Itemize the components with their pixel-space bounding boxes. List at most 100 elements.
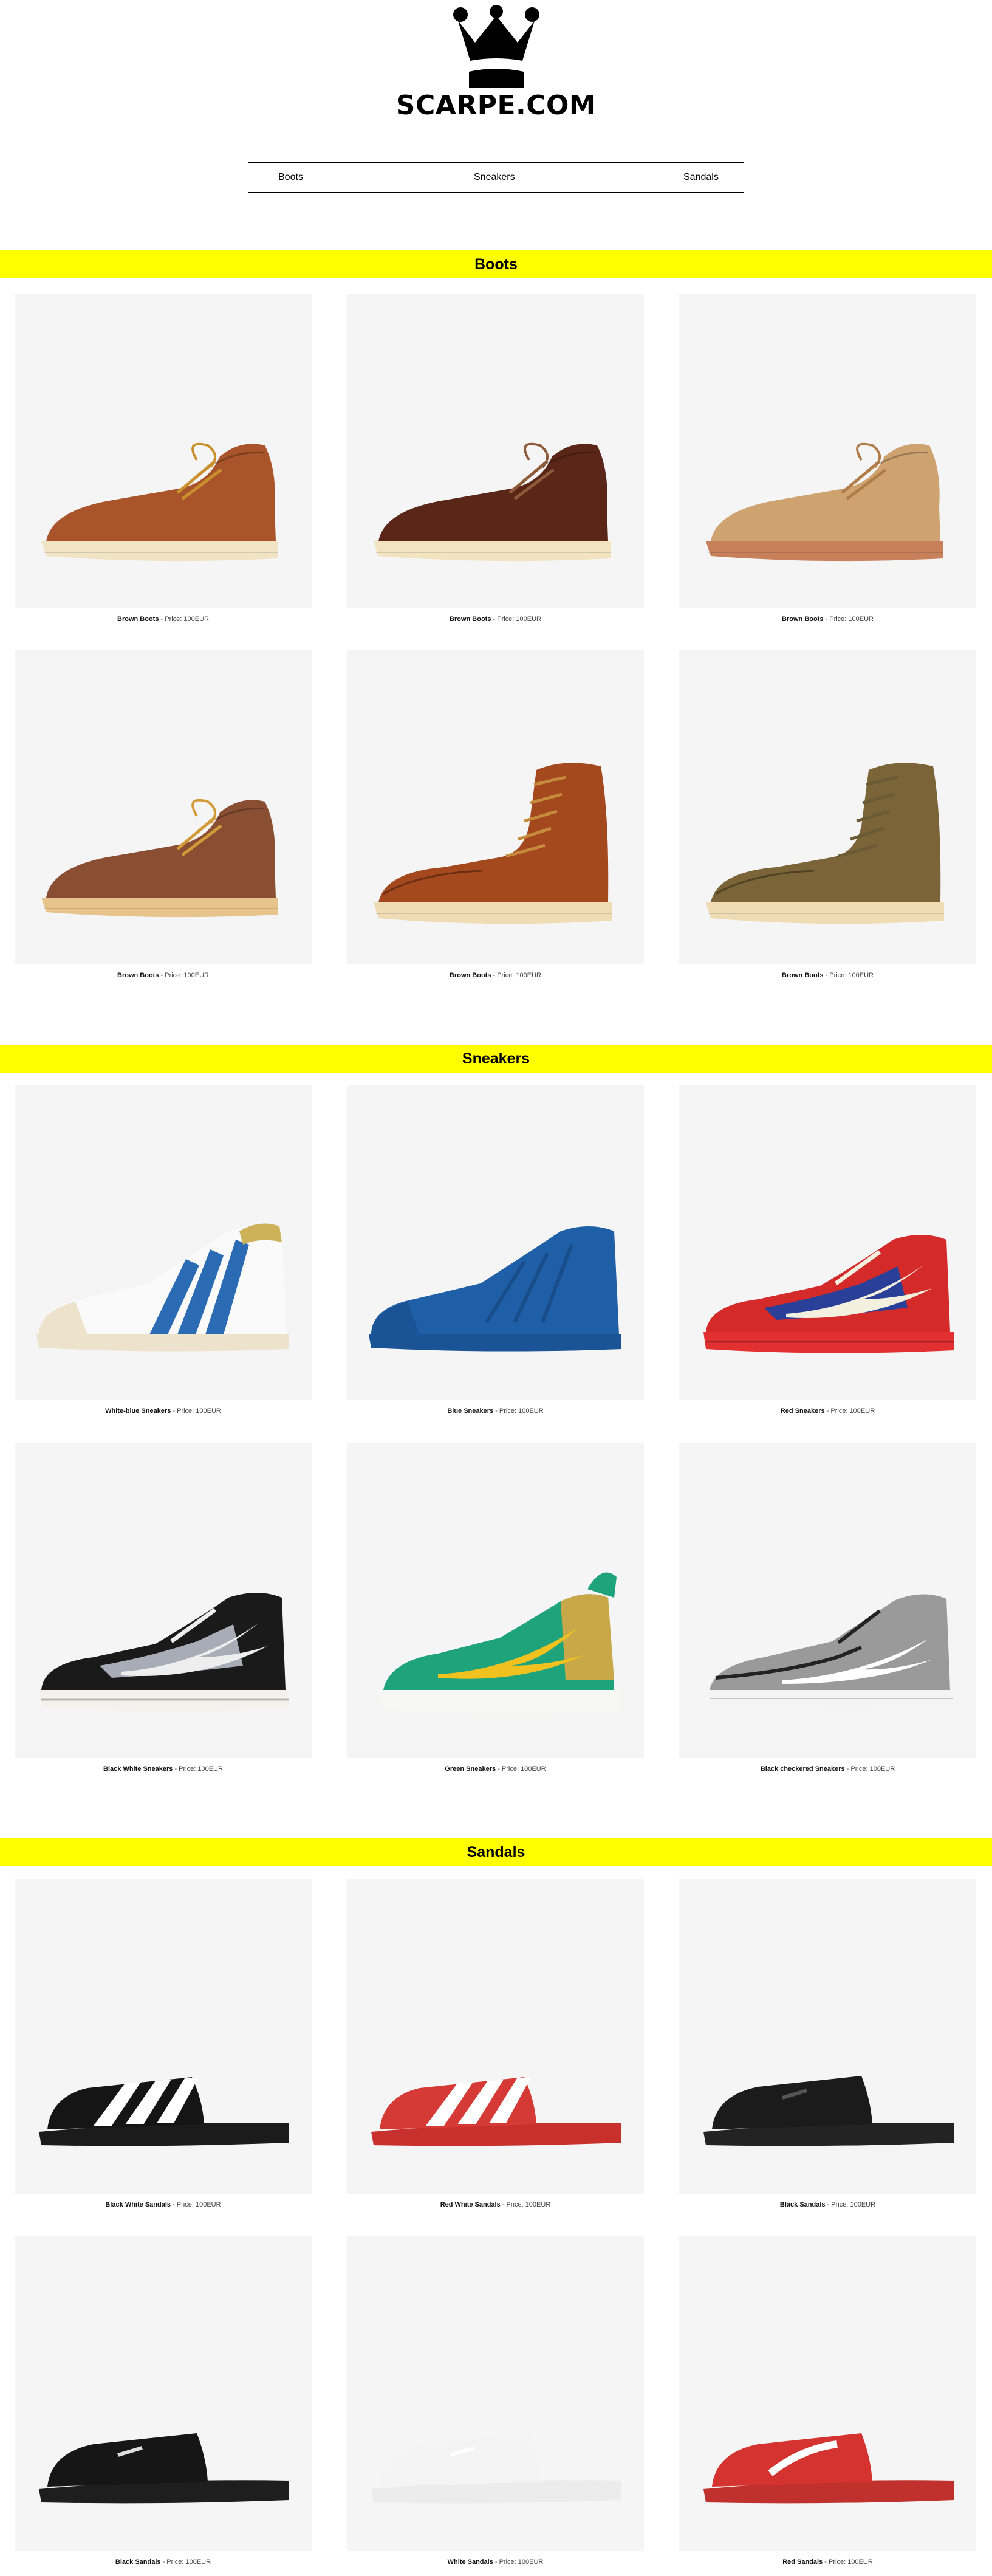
product-caption: Brown Boots - Price: 100EUR	[15, 971, 312, 980]
product-illustration	[41, 799, 278, 918]
nav-link-sneakers[interactable]: Sneakers	[474, 171, 515, 184]
product-illustration	[707, 1594, 953, 1711]
product-image[interactable]	[679, 1085, 976, 1400]
product-price: Price: 100EUR	[165, 972, 209, 979]
product-name[interactable]: Brown Boots	[782, 972, 823, 979]
crown-icon[interactable]	[452, 5, 541, 91]
price-separator: -	[493, 2558, 499, 2566]
product-card[interactable]: White-blue Sneakers - Price: 100EUR	[15, 1085, 312, 1415]
product-illustration	[703, 2076, 954, 2146]
product-name[interactable]: Black checkered Sneakers	[761, 1765, 845, 1773]
product-caption: Black checkered Sneakers - Price: 100EUR	[679, 1765, 976, 1773]
product-image[interactable]	[347, 2236, 644, 2551]
product-image[interactable]	[679, 294, 976, 608]
price-separator: -	[823, 616, 830, 623]
brand-name[interactable]: SCARPE.COM	[0, 90, 992, 122]
product-caption: Brown Boots - Price: 100EUR	[347, 615, 644, 623]
product-name[interactable]: Red Sneakers	[781, 1407, 825, 1415]
product-name[interactable]: Brown Boots	[782, 616, 823, 623]
product-name[interactable]: Black White Sandals	[105, 2201, 171, 2208]
price-separator: -	[825, 2201, 832, 2208]
product-price: Price: 100EUR	[506, 2201, 551, 2208]
product-name[interactable]: Brown Boots	[450, 616, 491, 623]
product-card[interactable]: Brown Boots - Price: 100EUR	[15, 294, 312, 623]
product-name[interactable]: White-blue Sneakers	[105, 1407, 171, 1415]
product-image[interactable]	[347, 1085, 644, 1400]
product-name[interactable]: Black Sandals	[780, 2201, 826, 2208]
price-separator: -	[496, 1765, 502, 1773]
product-card[interactable]: Green Sneakers - Price: 100EUR	[347, 1443, 644, 1773]
product-image[interactable]	[679, 650, 976, 964]
product-price: Price: 100EUR	[499, 2558, 544, 2566]
product-price: Price: 100EUR	[497, 616, 541, 623]
product-image[interactable]	[347, 1443, 644, 1758]
price-separator: -	[491, 616, 498, 623]
product-card[interactable]: Brown Boots - Price: 100EUR	[347, 650, 644, 980]
price-separator: -	[171, 1407, 177, 1415]
product-card[interactable]: Brown Boots - Price: 100EUR	[679, 650, 976, 980]
product-illustration	[703, 2433, 954, 2504]
product-caption: Brown Boots - Price: 100EUR	[347, 971, 644, 980]
product-name[interactable]: Brown Boots	[117, 972, 159, 979]
product-card[interactable]: Red Sneakers - Price: 100EUR	[679, 1085, 976, 1415]
product-illustration	[39, 2077, 289, 2146]
product-card[interactable]: Brown Boots - Price: 100EUR	[347, 294, 644, 623]
product-card[interactable]: Black Sandals - Price: 100EUR	[15, 2236, 312, 2566]
product-name[interactable]: Green Sneakers	[445, 1765, 496, 1773]
product-image[interactable]	[347, 1879, 644, 2194]
product-caption: Brown Boots - Price: 100EUR	[679, 615, 976, 623]
product-card[interactable]: Black White Sneakers - Price: 100EUR	[15, 1443, 312, 1773]
product-illustration	[703, 1235, 954, 1353]
product-illustration	[374, 763, 612, 924]
section-title-sandals: Sandals	[0, 1838, 992, 1866]
main-nav: Boots Sneakers Sandals	[248, 162, 744, 193]
product-illustration	[706, 763, 944, 924]
product-name[interactable]: Red White Sandals	[440, 2201, 501, 2208]
product-name[interactable]: Black White Sneakers	[103, 1765, 173, 1773]
price-separator: -	[823, 972, 830, 979]
product-price: Price: 100EUR	[829, 2558, 873, 2566]
product-card[interactable]: Brown Boots - Price: 100EUR	[15, 650, 312, 980]
product-card[interactable]: Blue Sneakers - Price: 100EUR	[347, 1085, 644, 1415]
product-card[interactable]: White Sandals - Price: 100EUR	[347, 2236, 644, 2566]
product-image[interactable]	[15, 650, 312, 964]
product-name[interactable]: Brown Boots	[450, 972, 491, 979]
product-image[interactable]	[15, 2236, 312, 2551]
product-price: Price: 100EUR	[497, 972, 541, 979]
product-card[interactable]: Brown Boots - Price: 100EUR	[679, 294, 976, 623]
price-separator: -	[159, 972, 165, 979]
product-name[interactable]: Black Sandals	[115, 2558, 161, 2566]
product-image[interactable]	[347, 650, 644, 964]
product-price: Price: 100EUR	[830, 1407, 875, 1415]
product-image[interactable]	[15, 1085, 312, 1400]
product-card[interactable]: Black Sandals - Price: 100EUR	[679, 1879, 976, 2209]
product-name[interactable]: Blue Sneakers	[447, 1407, 493, 1415]
product-card[interactable]: Red Sandals - Price: 100EUR	[679, 2236, 976, 2566]
product-image[interactable]	[15, 294, 312, 608]
product-price: Price: 100EUR	[176, 2201, 221, 2208]
product-name[interactable]: Brown Boots	[117, 616, 159, 623]
section-title-sneakers: Sneakers	[0, 1045, 992, 1073]
product-illustration	[371, 2433, 621, 2504]
price-separator: -	[823, 2558, 829, 2566]
product-name[interactable]: Red Sandals	[782, 2558, 823, 2566]
product-image[interactable]	[679, 1879, 976, 2194]
product-image[interactable]	[347, 294, 644, 608]
nav-link-boots[interactable]: Boots	[278, 171, 303, 184]
product-image[interactable]	[15, 1443, 312, 1758]
product-image[interactable]	[679, 1443, 976, 1758]
product-card[interactable]: Black checkered Sneakers - Price: 100EUR	[679, 1443, 976, 1773]
product-caption: White-blue Sneakers - Price: 100EUR	[15, 1407, 312, 1415]
product-caption: Red White Sandals - Price: 100EUR	[347, 2200, 644, 2209]
price-separator: -	[500, 2201, 507, 2208]
product-illustration	[374, 442, 611, 562]
product-caption: Black White Sandals - Price: 100EUR	[15, 2200, 312, 2209]
product-card[interactable]: Black White Sandals - Price: 100EUR	[15, 1879, 312, 2209]
nav-link-sandals[interactable]: Sandals	[683, 171, 719, 184]
price-separator: -	[844, 1765, 851, 1773]
product-illustration	[41, 442, 278, 562]
product-card[interactable]: Red White Sandals - Price: 100EUR	[347, 1879, 644, 2209]
product-image[interactable]	[679, 2236, 976, 2551]
product-image[interactable]	[15, 1879, 312, 2194]
product-name[interactable]: White Sandals	[448, 2558, 493, 2566]
